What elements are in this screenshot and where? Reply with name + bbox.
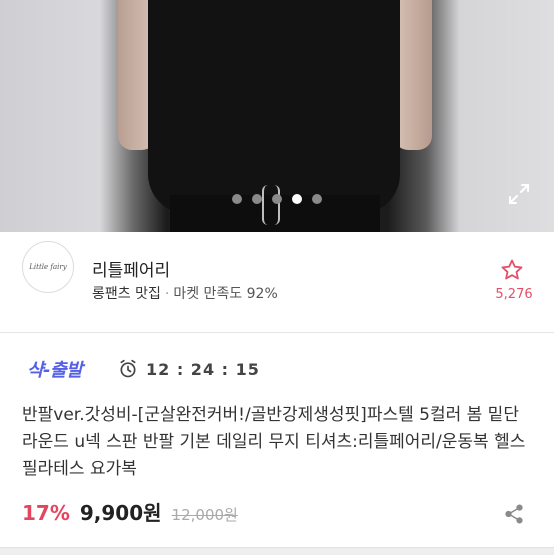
- seller-category: 롱팬츠 맛집: [92, 286, 161, 302]
- expand-icon[interactable]: [507, 182, 531, 206]
- drawstring: [262, 185, 280, 225]
- gallery-dot[interactable]: [312, 194, 322, 204]
- gallery-dot[interactable]: [232, 194, 242, 204]
- satisfaction-value: 92%: [246, 286, 278, 302]
- satisfaction-label: 마켓 만족도: [173, 286, 243, 302]
- deal-countdown: 12 : 24 : 15: [146, 360, 260, 379]
- product-image-gallery[interactable]: [0, 0, 554, 232]
- gallery-dot[interactable]: [252, 194, 262, 204]
- separator: ·: [164, 286, 170, 302]
- sale-price: 9,900원: [79, 501, 162, 525]
- favorite-count: 5,276: [495, 287, 533, 302]
- seller-name[interactable]: 리틀페어리: [92, 256, 170, 281]
- share-icon[interactable]: [503, 503, 525, 525]
- product-photo-shirt: [148, 0, 400, 214]
- original-price: 12,000원: [171, 506, 238, 524]
- seller-logo-text: Little fairy: [29, 263, 67, 271]
- discount-rate: 17%: [22, 501, 70, 525]
- seller-logo[interactable]: Little fairy: [22, 241, 74, 293]
- gallery-pagination: [0, 194, 554, 204]
- deal-label: 샥-출발: [27, 360, 83, 381]
- product-title: 반팔ver.갓성비-[군살완전커버!/골반강제생성핏]파스텔 5컬러 봄 밑단 …: [22, 405, 526, 479]
- price-row: 17% 9,900원 12,000원: [22, 497, 238, 527]
- gallery-dot[interactable]: [272, 194, 282, 204]
- alarm-clock-icon: [120, 359, 136, 378]
- gallery-dot-active[interactable]: [292, 194, 302, 204]
- star-icon[interactable]: [500, 258, 524, 282]
- seller-meta: 롱팬츠 맛집 · 마켓 만족도 92%: [92, 283, 278, 303]
